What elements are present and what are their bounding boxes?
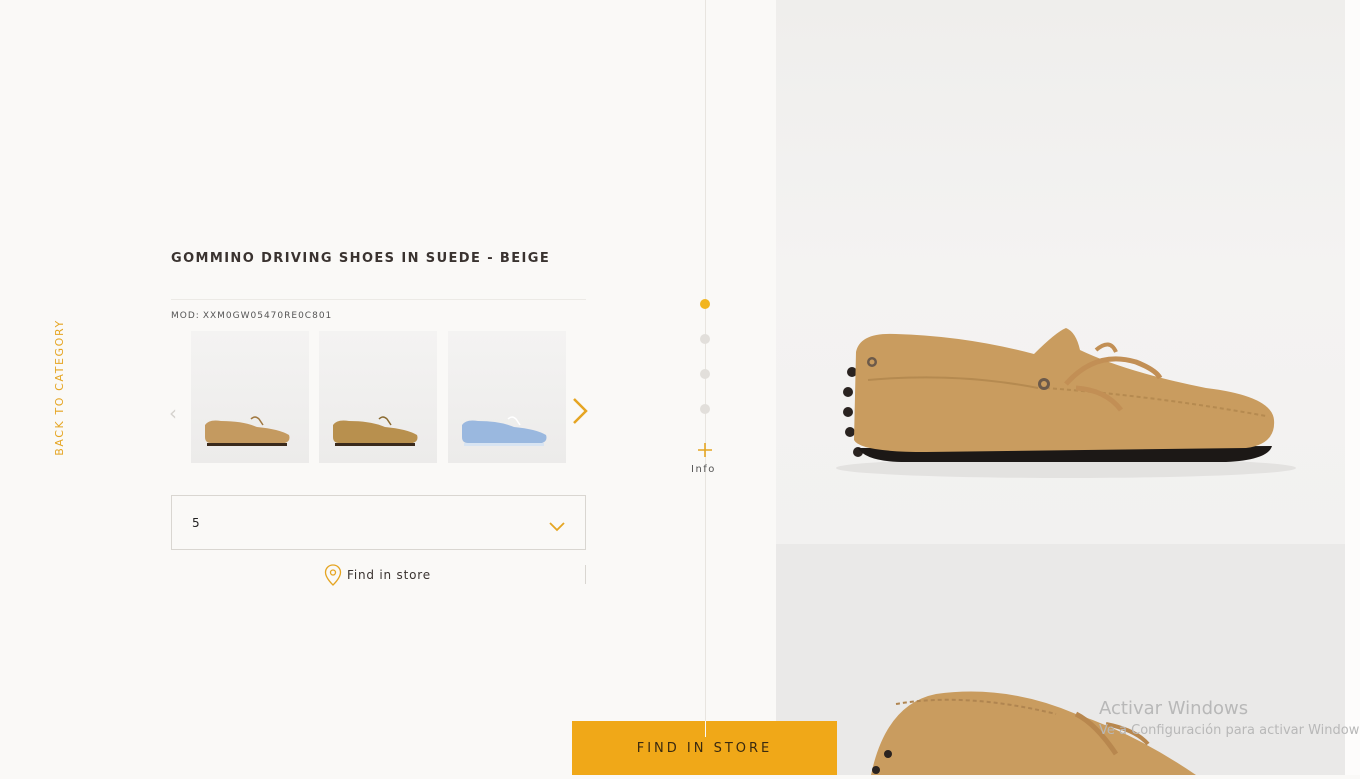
shoe-side-view-image (836, 328, 1296, 478)
gallery-progress-line (705, 0, 706, 775)
location-pin-icon (324, 564, 342, 586)
thumbnail-beige[interactable] (191, 331, 309, 463)
product-image-secondary (776, 544, 1345, 775)
chevron-down-icon (549, 517, 565, 536)
windows-activation-subtitle: Ve a Configuración para activar Windows. (1099, 723, 1360, 738)
shoe-top-view-image (871, 691, 1196, 775)
size-value: 5 (192, 516, 200, 530)
gallery-dot-4[interactable] (700, 404, 710, 414)
page-edge (1345, 0, 1360, 775)
thumbnail-light-blue[interactable] (448, 331, 566, 463)
chevron-left-icon[interactable]: ‹ (169, 401, 177, 425)
back-to-category-link[interactable]: BACK TO CATEGORY (38, 318, 80, 456)
find-in-store-link[interactable]: Find in store (324, 564, 431, 586)
cta-divider (705, 721, 706, 737)
info-label[interactable]: Info (691, 464, 716, 475)
shoe-thumbnail-icon (462, 416, 547, 446)
chevron-right-icon[interactable] (571, 397, 589, 429)
model-code: MOD: XXM0GW05470RE0C801 (171, 311, 332, 321)
model-label: MOD: (171, 311, 200, 321)
gallery-dot-3[interactable] (700, 369, 710, 379)
size-select[interactable]: 5 (171, 495, 586, 550)
plus-icon[interactable] (697, 442, 713, 462)
product-image-main (776, 0, 1345, 544)
gallery-dot-1[interactable] (700, 299, 710, 309)
gallery-dot-2[interactable] (700, 334, 710, 344)
color-thumbnail-carousel: ‹ (169, 331, 611, 463)
find-in-store-label: Find in store (347, 568, 431, 582)
windows-activation-title: Activar Windows (1099, 698, 1249, 719)
title-divider (171, 299, 586, 300)
shoe-thumbnail-icon (205, 416, 290, 446)
product-title: GOMMINO DRIVING SHOES IN SUEDE - BEIGE (171, 251, 551, 266)
back-to-category-label: BACK TO CATEGORY (52, 318, 66, 456)
model-value: XXM0GW05470RE0C801 (202, 311, 333, 321)
separator (585, 565, 586, 584)
shoe-thumbnail-icon (333, 416, 418, 446)
thumbnail-tan[interactable] (319, 331, 437, 463)
